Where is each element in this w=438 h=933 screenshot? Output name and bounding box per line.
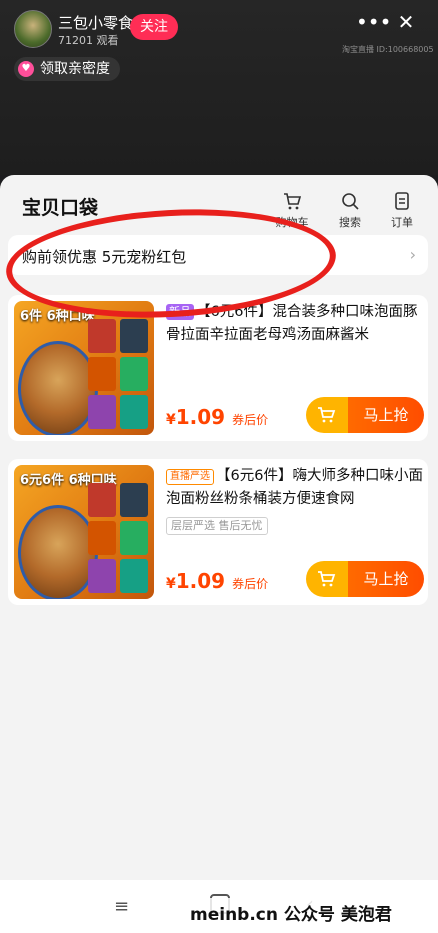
live-header: 三包小零食 71201 观看 关注 ••• ✕ 淘宝直播 ID:10066800… <box>0 0 438 175</box>
panel-title: 宝贝口袋 <box>22 197 99 219</box>
price-symbol: ¥ <box>166 576 176 592</box>
noodle-cups-image <box>88 483 150 595</box>
price-symbol: ¥ <box>166 412 176 428</box>
service-tag: 层层严选 售后无忧 <box>166 517 268 535</box>
heart-icon: ♥ <box>18 61 34 77</box>
cart-icon <box>284 193 302 210</box>
noodle-cups-image <box>88 319 150 431</box>
live-id: 淘宝直播 ID:100668005 <box>342 45 434 54</box>
intimacy-button[interactable]: ♥ 领取亲密度 <box>14 57 120 81</box>
search-tool[interactable]: 搜索 <box>330 191 370 230</box>
product-title[interactable]: 直播严选 【6元6件】嗨大师多种口味小面泡面粉丝粉条桶装方便速食网 <box>166 465 424 511</box>
follow-button[interactable]: 关注 <box>130 14 178 40</box>
live-select-tag: 直播严选 <box>166 469 214 485</box>
price-note: 券后价 <box>232 413 269 427</box>
price-note: 券后价 <box>232 577 269 591</box>
viewer-count: 71201 观看 <box>58 34 119 47</box>
watermark: meinb.cn 公众号 美泡君 <box>186 898 396 927</box>
price-value: 1.09 <box>175 405 226 429</box>
search-label: 搜索 <box>339 216 361 229</box>
chevron-right-icon: › <box>409 245 416 264</box>
noodle-bowl-image <box>18 505 98 599</box>
search-icon <box>342 193 359 210</box>
avatar[interactable] <box>14 10 52 48</box>
more-icon[interactable]: ••• <box>356 8 391 36</box>
product-card[interactable]: 6元6件 6种口味 直播严选 【6元6件】嗨大师多种口味小面泡面粉丝粉条桶装方便速… <box>8 459 428 605</box>
close-icon[interactable]: ✕ <box>392 8 420 36</box>
intimacy-label: 领取亲密度 <box>40 61 110 77</box>
add-cart-icon[interactable] <box>306 397 348 433</box>
buy-button[interactable]: 马上抢 <box>306 397 424 433</box>
order-label: 订单 <box>391 216 413 229</box>
price: ¥1.09 券后价 <box>166 405 268 429</box>
product-image[interactable]: 6件 6种口味 <box>14 301 154 435</box>
buy-now-label[interactable]: 马上抢 <box>348 397 424 433</box>
add-cart-icon[interactable] <box>306 561 348 597</box>
order-icon <box>395 192 409 210</box>
price: ¥1.09 券后价 <box>166 569 268 593</box>
buy-now-label[interactable]: 马上抢 <box>348 561 424 597</box>
noodle-bowl-image <box>18 341 98 435</box>
product-card[interactable]: 6件 6种口味 新品 【6元6件】混合装多种口味泡面豚骨拉面辛拉面老母鸡汤面麻酱米… <box>8 295 428 441</box>
shop-name[interactable]: 三包小零食 <box>58 12 133 33</box>
price-value: 1.09 <box>175 569 226 593</box>
product-image[interactable]: 6元6件 6种口味 <box>14 465 154 599</box>
menu-icon[interactable]: ≡ <box>114 896 129 917</box>
buy-button[interactable]: 马上抢 <box>306 561 424 597</box>
order-tool[interactable]: 订单 <box>382 191 422 230</box>
